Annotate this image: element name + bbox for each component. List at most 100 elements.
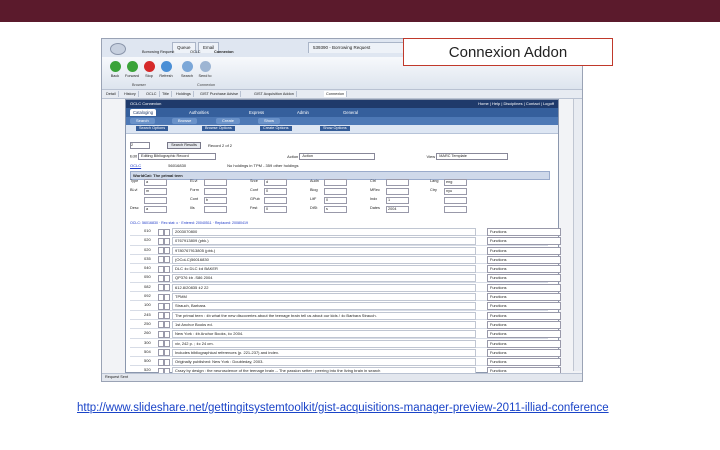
fixed-field-value[interactable]: nyu bbox=[444, 188, 467, 195]
menu-express[interactable]: Express bbox=[246, 109, 267, 116]
fixed-field-value[interactable]: d bbox=[264, 179, 287, 186]
indicator-2-input[interactable] bbox=[164, 321, 170, 329]
field-tag[interactable]: 260 bbox=[144, 329, 156, 337]
navtab-holdings[interactable]: Holdings bbox=[174, 91, 194, 97]
navtab-title[interactable]: Title bbox=[160, 91, 173, 97]
functions-select[interactable]: Functions bbox=[487, 228, 561, 236]
fixed-field-value[interactable]: a bbox=[144, 179, 167, 186]
functions-select[interactable]: Functions bbox=[487, 265, 561, 274]
fixed-field-value[interactable] bbox=[444, 206, 467, 213]
fixed-field-value[interactable]: eng bbox=[444, 179, 467, 186]
field-tag[interactable]: 010 bbox=[144, 227, 156, 235]
field-tag[interactable]: 020 bbox=[144, 236, 156, 244]
fixed-field-value[interactable] bbox=[204, 206, 227, 213]
field-value-input[interactable]: 9780767913805 (pbk.) bbox=[172, 246, 476, 255]
field-tag[interactable]: 020 bbox=[144, 246, 156, 254]
browse-options-select[interactable]: Browse Options bbox=[202, 126, 235, 131]
functions-select[interactable]: Functions bbox=[487, 255, 561, 264]
fixed-field-value[interactable] bbox=[204, 188, 227, 195]
field-value-input[interactable]: 2003070800 bbox=[172, 228, 476, 236]
view-select[interactable]: MARC Template bbox=[436, 153, 509, 160]
indicator-2-input[interactable] bbox=[164, 247, 170, 255]
functions-select[interactable]: Functions bbox=[487, 237, 561, 246]
indicator-2-input[interactable] bbox=[164, 293, 170, 301]
search-results-button[interactable]: Search Results bbox=[167, 142, 201, 149]
sub-browse[interactable]: Browse bbox=[172, 118, 198, 124]
fixed-field-value[interactable] bbox=[386, 188, 409, 195]
tab-borrowing-request[interactable]: 539390 - Borrowing Request bbox=[308, 42, 408, 53]
field-value-input[interactable]: 612.8/20835 ǂ2 22 bbox=[172, 283, 476, 292]
search-button[interactable]: Search bbox=[180, 61, 194, 78]
functions-select[interactable]: Functions bbox=[487, 283, 561, 292]
functions-select[interactable]: Functions bbox=[487, 302, 561, 311]
field-tag[interactable]: 035 bbox=[144, 255, 156, 263]
indicator-2-input[interactable] bbox=[164, 237, 170, 245]
indicator-2-input[interactable] bbox=[164, 284, 170, 292]
indicator-2-input[interactable] bbox=[164, 228, 170, 236]
sub-search[interactable]: Search bbox=[130, 118, 155, 124]
fixed-field-value[interactable] bbox=[324, 179, 347, 186]
record-number-input[interactable]: 2 bbox=[130, 142, 150, 149]
fixed-field-value[interactable]: 0 bbox=[264, 188, 287, 195]
fixed-field-value[interactable] bbox=[324, 188, 347, 195]
functions-select[interactable]: Functions bbox=[487, 330, 561, 339]
fixed-field-value[interactable]: 1 bbox=[386, 197, 409, 204]
menu-general[interactable]: General bbox=[340, 109, 361, 116]
field-tag[interactable]: 050 bbox=[144, 273, 156, 281]
vertical-scrollbar[interactable] bbox=[573, 99, 582, 371]
navtab-history[interactable]: History bbox=[122, 91, 139, 97]
fixed-field-value[interactable]: 2004 bbox=[386, 206, 409, 213]
functions-select[interactable]: Functions bbox=[487, 339, 561, 348]
field-tag[interactable]: 245 bbox=[144, 311, 156, 319]
fixed-field-value[interactable] bbox=[444, 197, 467, 204]
menu-admin[interactable]: Admin bbox=[294, 109, 312, 116]
indicator-2-input[interactable] bbox=[164, 358, 170, 366]
indicator-2-input[interactable] bbox=[164, 340, 170, 348]
search-options-select[interactable]: Search Options bbox=[136, 126, 169, 131]
indicator-2-input[interactable] bbox=[164, 349, 170, 357]
sub-show[interactable]: Show bbox=[258, 118, 281, 124]
navtab-gist-acquisition[interactable]: GIST Acquisition Addon bbox=[252, 91, 297, 97]
refresh-button[interactable]: Refresh bbox=[159, 61, 173, 78]
field-tag[interactable]: 250 bbox=[144, 320, 156, 328]
indicator-2-input[interactable] bbox=[164, 302, 170, 310]
fixed-field-value[interactable]: s bbox=[324, 206, 347, 213]
field-value-input[interactable]: TPMM bbox=[172, 293, 476, 302]
indicator-2-input[interactable] bbox=[164, 330, 170, 338]
field-value-input[interactable]: Originally published: New York : Doubled… bbox=[172, 358, 476, 367]
field-value-input[interactable]: Strauch, Barbara. bbox=[172, 302, 476, 311]
app-menu-orb-icon[interactable] bbox=[110, 43, 126, 55]
functions-select[interactable]: Functions bbox=[487, 348, 561, 357]
field-tag[interactable]: 500 bbox=[144, 357, 156, 365]
send-to-button[interactable]: Send to bbox=[198, 61, 212, 78]
ribbon-tab-connexion[interactable]: Connexion bbox=[214, 50, 234, 54]
menu-cataloging[interactable]: Cataloging bbox=[130, 109, 157, 116]
functions-select[interactable]: Functions bbox=[487, 274, 561, 283]
indicator-2-input[interactable] bbox=[164, 274, 170, 282]
fixed-field-value[interactable]: a bbox=[144, 206, 167, 213]
back-button[interactable]: Back bbox=[108, 61, 122, 78]
field-tag[interactable]: 300 bbox=[144, 339, 156, 347]
navtab-detail[interactable]: Detail bbox=[104, 91, 119, 97]
navtab-oclc[interactable]: OCLC bbox=[144, 91, 160, 97]
indicator-2-input[interactable] bbox=[164, 265, 170, 273]
edit-select[interactable]: Editing Bibliographic Record bbox=[138, 153, 217, 160]
sub-create[interactable]: Create bbox=[216, 118, 241, 124]
navtab-gist-purchase[interactable]: GIST Purchase Advise bbox=[198, 91, 242, 97]
ribbon-tab-oclc[interactable]: OCLC bbox=[190, 50, 201, 54]
field-value-input[interactable]: Includes bibliographical references (p. … bbox=[172, 348, 476, 357]
fixed-field-value[interactable] bbox=[204, 179, 227, 186]
ribbon-tab-borrowing[interactable]: Borrowing Request bbox=[142, 50, 174, 54]
field-value-input[interactable]: 0767913809 (pbk.) bbox=[172, 237, 476, 246]
stop-button[interactable]: Stop bbox=[142, 61, 156, 78]
fixed-field-value[interactable]: 0 bbox=[264, 206, 287, 213]
field-tag[interactable]: 040 bbox=[144, 264, 156, 272]
fixed-field-value[interactable]: b bbox=[204, 197, 227, 204]
menu-authorities[interactable]: Authorities bbox=[186, 109, 212, 116]
field-value-input[interactable]: 1st Anchor Books ed. bbox=[172, 320, 476, 329]
field-value-input[interactable]: DLC ǂc DLC ǂd BAKER bbox=[172, 265, 476, 274]
field-value-input[interactable]: New York : ǂb Anchor Books, ǂc 2004. bbox=[172, 330, 476, 339]
field-value-input[interactable]: QP376 ǂb .S86 2004 bbox=[172, 274, 476, 283]
fixed-field-value[interactable] bbox=[264, 197, 287, 204]
functions-select[interactable]: Functions bbox=[487, 293, 561, 302]
